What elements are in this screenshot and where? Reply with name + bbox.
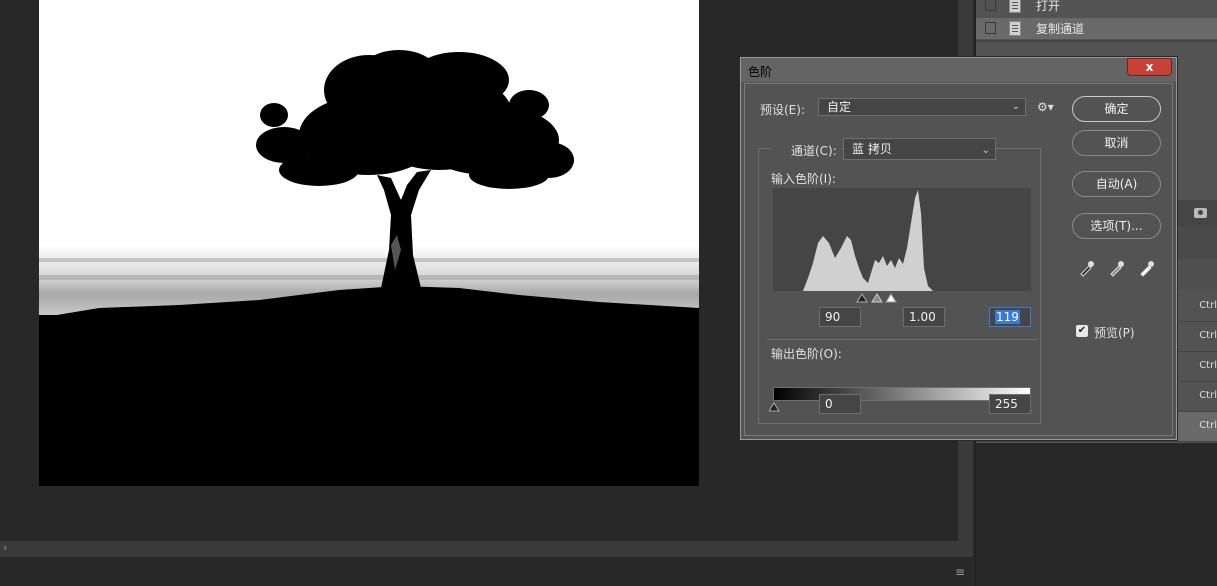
histogram [773, 188, 1031, 291]
dialog-body: 预设(E): 自定 ⌄ ⚙▾ 通道(C): 蓝 拷贝 ⌄ 输入色阶(I): 90… [744, 83, 1173, 436]
output-levels-label: 输出色阶(O): [771, 347, 842, 361]
shortcut-label: Ctrl [1199, 300, 1217, 311]
history-checkbox[interactable] [985, 22, 996, 34]
section-divider [767, 339, 1037, 340]
input-gamma-field[interactable]: 1.00 [903, 307, 945, 327]
history-item-label: 复制通道 [1036, 22, 1085, 36]
options-button[interactable]: 选项(T)... [1072, 213, 1161, 239]
panel-divider [976, 40, 1217, 42]
shortcut-label: Ctrl [1199, 390, 1217, 401]
history-item-label: 打开 [1036, 0, 1061, 13]
shortcut-label: Ctrl [1199, 420, 1217, 431]
expand-arrow-icon[interactable]: › [3, 541, 7, 554]
levels-dialog: 色阶 x 预设(E): 自定 ⌄ ⚙▾ 通道(C): 蓝 拷贝 ⌄ 输入色阶(I… [740, 57, 1177, 440]
gear-icon[interactable]: ⚙▾ [1037, 100, 1054, 114]
channel-select[interactable]: 蓝 拷贝 ⌄ [843, 138, 996, 160]
panel-empty-area [976, 443, 1217, 586]
shortcut-label: Ctrl [1199, 360, 1217, 371]
history-item-selected[interactable]: 复制通道 [976, 18, 1217, 39]
chevron-down-icon: ⌄ [1011, 101, 1020, 112]
auto-button[interactable]: 自动(A) [1072, 171, 1161, 197]
output-black-field[interactable]: 0 [819, 394, 861, 414]
gamma-handle[interactable] [871, 293, 883, 303]
white-eyedropper-icon[interactable] [1138, 259, 1156, 277]
status-bar: ≡ [0, 557, 975, 586]
preview-checkbox[interactable]: ✔ [1076, 325, 1088, 337]
ok-button[interactable]: 确定 [1072, 96, 1161, 122]
dialog-titlebar[interactable]: 色阶 x [741, 58, 1176, 82]
channel-label: 通道(C): [771, 142, 841, 159]
input-black-field[interactable]: 90 [819, 307, 861, 327]
chevron-down-icon: ⌄ [981, 145, 990, 156]
preview-label: 预览(P) [1094, 326, 1135, 340]
histogram-shape [803, 190, 933, 291]
white-point-handle[interactable] [885, 293, 897, 303]
output-white-field[interactable]: 255 [989, 394, 1031, 414]
hamburger-menu-icon[interactable]: ≡ [955, 565, 965, 579]
black-point-handle[interactable] [856, 293, 868, 303]
document-icon [1009, 21, 1021, 36]
preset-select[interactable]: 自定 ⌄ [818, 98, 1026, 116]
preset-label: 预设(E): [760, 103, 805, 117]
input-white-field[interactable]: 119 [989, 307, 1031, 327]
horizontal-scrollbar[interactable]: › [0, 541, 973, 557]
channel-value: 蓝 拷贝 [852, 142, 892, 156]
cancel-button[interactable]: 取消 [1072, 130, 1161, 156]
input-levels-label: 输入色阶(I): [771, 172, 836, 186]
gray-eyedropper-icon[interactable] [1108, 259, 1126, 277]
camera-icon[interactable] [1194, 208, 1207, 218]
history-checkbox[interactable] [985, 0, 996, 11]
history-item[interactable]: 打开 [976, 0, 1217, 16]
dialog-title: 色阶 [748, 65, 773, 79]
tree-image [39, 0, 699, 486]
input-slider[interactable] [855, 291, 905, 303]
output-black-handle[interactable] [769, 402, 780, 412]
close-button[interactable]: x [1127, 58, 1172, 76]
shortcut-label: Ctrl [1199, 330, 1217, 341]
document-icon [1009, 0, 1021, 13]
histogram-graph [803, 190, 933, 291]
preset-value: 自定 [827, 100, 852, 114]
document-image[interactable] [39, 0, 699, 486]
black-eyedropper-icon[interactable] [1078, 259, 1096, 277]
